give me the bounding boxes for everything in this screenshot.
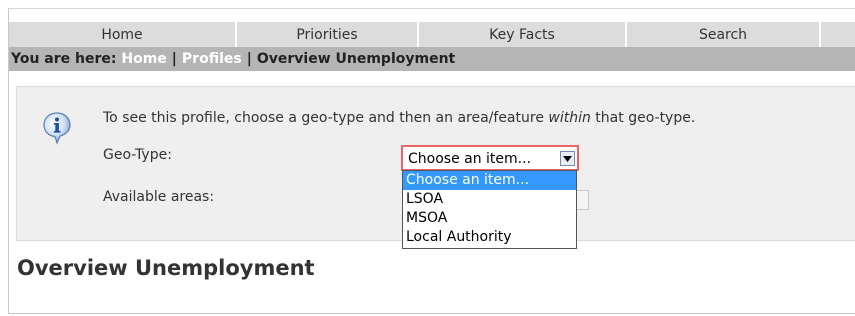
available-areas-select[interactable] xyxy=(575,190,589,210)
nav-key-facts[interactable]: Key Facts xyxy=(419,22,627,47)
info-icon xyxy=(43,112,71,145)
info-text-before: To see this profile, choose a geo-type a… xyxy=(103,110,549,126)
breadcrumb: You are here: Home | Profiles | Overview Une… xyxy=(9,47,855,71)
geo-type-label: Geo-Type: xyxy=(103,147,172,163)
main-nav: Home Priorities Key Facts Search xyxy=(9,22,855,47)
page-title: Overview Unemployment xyxy=(17,256,315,280)
available-areas-label: Available areas: xyxy=(103,189,215,205)
nav-home[interactable]: Home xyxy=(9,22,237,47)
info-text-after: that geo-type. xyxy=(590,110,696,126)
geo-type-select-value[interactable]: Choose an item... xyxy=(404,149,576,168)
dropdown-option-local-authority[interactable]: Local Authority xyxy=(403,228,576,247)
dropdown-option-choose[interactable]: Choose an item... xyxy=(403,171,576,190)
chevron-down-icon[interactable] xyxy=(560,151,575,166)
breadcrumb-home-link[interactable]: Home xyxy=(121,51,166,67)
dropdown-option-msoa[interactable]: MSOA xyxy=(403,209,576,228)
info-text-italic: within xyxy=(548,110,591,126)
breadcrumb-separator: | xyxy=(246,51,252,67)
breadcrumb-prefix: You are here: xyxy=(11,51,117,67)
nav-priorities[interactable]: Priorities xyxy=(237,22,419,47)
nav-search[interactable]: Search xyxy=(627,22,821,47)
info-message: To see this profile, choose a geo-type a… xyxy=(103,110,695,126)
breadcrumb-current: Overview Unemployment xyxy=(256,51,456,67)
nav-extra[interactable] xyxy=(821,22,855,47)
dropdown-option-lsoa[interactable]: LSOA xyxy=(403,190,576,209)
breadcrumb-profiles-link[interactable]: Profiles xyxy=(182,51,242,67)
geo-type-dropdown-list: Choose an item... LSOA MSOA Local Author… xyxy=(402,170,577,249)
geo-type-select[interactable]: Choose an item... xyxy=(401,145,579,171)
breadcrumb-separator: | xyxy=(171,51,177,67)
